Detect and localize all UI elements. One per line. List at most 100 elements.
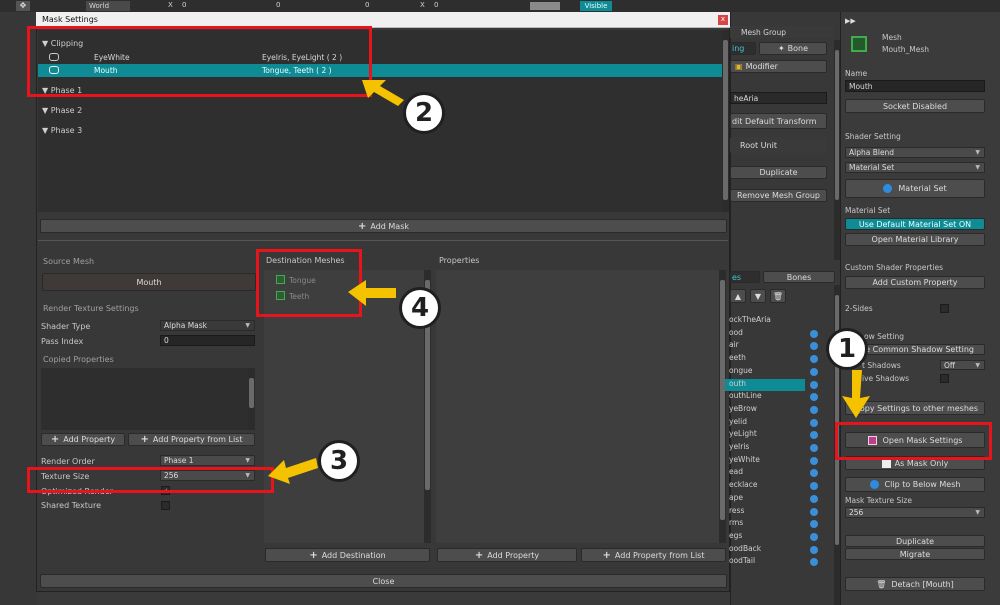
hierarchy-item[interactable]: air [725, 340, 805, 352]
hierarchy-item[interactable]: oodTail [725, 556, 805, 568]
material-set-button[interactable]: Material Set [845, 179, 985, 198]
copied-properties-scroll-thumb[interactable] [249, 378, 254, 408]
visibility-globe-icon[interactable] [810, 456, 818, 465]
mask-texture-size-dropdown[interactable]: 256 ▼ [845, 507, 985, 518]
hierarchy-item[interactable]: outhLine [725, 391, 805, 403]
two-sides-checkbox[interactable] [940, 304, 949, 313]
hierarchy-item[interactable]: yeBrow [725, 404, 805, 416]
visibility-globe-icon[interactable] [810, 367, 818, 376]
hierarchy-item[interactable]: outh [725, 378, 805, 391]
visibility-globe-icon[interactable] [810, 494, 818, 503]
duplicate-mesh-button[interactable]: Duplicate [845, 535, 985, 547]
duplicate-mesh-group-button[interactable]: Duplicate [730, 166, 827, 179]
hierarchy-item[interactable]: ockTheAria [725, 315, 805, 327]
tab-modifier[interactable]: ▣ Modifier [730, 60, 827, 73]
open-material-library-button[interactable]: Open Material Library [845, 233, 985, 246]
toolbar-value-4[interactable]: 0 [434, 1, 438, 9]
move-up-button[interactable]: ▲ [730, 289, 746, 303]
move-tool-icon[interactable]: ✥ [16, 1, 30, 11]
hierarchy-item[interactable]: ress [725, 506, 805, 518]
visibility-globe-icon[interactable] [810, 545, 818, 554]
detach-button[interactable]: 🗑 Detach [Mouth] [845, 577, 985, 591]
hierarchy-item[interactable]: yelid [725, 417, 805, 429]
alpha-blend-dropdown[interactable]: Alpha Blend ▼ [845, 147, 985, 158]
color-swatch[interactable] [530, 2, 560, 10]
as-mask-only-button[interactable]: As Mask Only [845, 456, 985, 470]
socket-disabled-button[interactable]: Socket Disabled [845, 99, 985, 113]
hierarchy-item[interactable]: yeIris [725, 442, 805, 454]
hierarchy-item[interactable]: eeth [725, 353, 805, 365]
phase-1-header[interactable]: ▼ Phase 1 [42, 86, 82, 95]
toolbar-value-1[interactable]: 0 [182, 1, 186, 9]
mesh-group-name-input[interactable]: heAria [730, 92, 827, 104]
add-property-right-button[interactable]: + Add Property [437, 548, 577, 562]
migrate-button[interactable]: Migrate [845, 548, 985, 560]
receive-shadows-checkbox[interactable] [940, 374, 949, 383]
add-mask-button[interactable]: + Add Mask [40, 219, 727, 233]
visible-badge[interactable]: Visible [580, 1, 612, 11]
move-down-button[interactable]: ▼ [750, 289, 766, 303]
root-unit-button[interactable]: Root Unit [730, 137, 827, 153]
material-set-dropdown[interactable]: Material Set ▼ [845, 162, 985, 173]
shader-type-dropdown[interactable]: Alpha Mask ▼ [160, 320, 255, 331]
tab-bones[interactable]: Bones [763, 271, 835, 283]
hierarchy-item[interactable]: ape [725, 493, 805, 505]
add-property-from-list-right-button[interactable]: + Add Property from List [581, 548, 726, 562]
name-input[interactable]: Mouth [845, 80, 985, 92]
tab-meshing[interactable]: ing [730, 42, 756, 55]
name-label: Name [845, 69, 868, 78]
toolbar-x-label: X [168, 1, 173, 9]
destination-item-teeth[interactable]: Teeth [289, 292, 309, 301]
hierarchy-item[interactable]: yeLight [725, 429, 805, 441]
hierarchy-item[interactable]: egs [725, 531, 805, 543]
remove-mesh-group-button[interactable]: Remove Mesh Group [730, 189, 827, 202]
use-default-material-set-button[interactable]: Use Default Material Set ON [845, 218, 985, 230]
visibility-globe-icon[interactable] [810, 532, 818, 541]
hierarchy-item[interactable]: ongue [725, 366, 805, 378]
visibility-globe-icon[interactable] [810, 405, 818, 414]
visibility-globe-icon[interactable] [810, 329, 818, 338]
clipping-header[interactable]: ▼ Clipping [42, 39, 83, 48]
visibility-globe-icon[interactable] [810, 507, 818, 516]
render-order-dropdown[interactable]: Phase 1 ▼ [160, 455, 255, 466]
panel-toggle-icon[interactable]: ▶▶ [845, 17, 856, 25]
destination-item-tongue[interactable]: Tongue [289, 276, 316, 285]
open-mask-settings-button[interactable]: Open Mask Settings [845, 432, 985, 448]
delete-icon[interactable]: 🗑 [770, 289, 786, 303]
phase-2-header[interactable]: ▼ Phase 2 [42, 106, 82, 115]
hierarchy-item[interactable]: yeWhite [725, 455, 805, 467]
cast-shadows-dropdown[interactable]: Off ▼ [940, 360, 985, 370]
hierarchy-item[interactable]: ead [725, 467, 805, 479]
toolbar-value-3[interactable]: 0 [365, 1, 369, 9]
mesh-thumbnail-icon [851, 36, 867, 52]
add-property-button[interactable]: + Add Property [41, 433, 125, 446]
world-dropdown[interactable]: World [86, 1, 130, 11]
dialog-close-button[interactable]: x [718, 15, 728, 25]
visibility-globe-icon[interactable] [810, 444, 818, 452]
close-button[interactable]: Close [40, 574, 727, 588]
tab-meshes[interactable]: es [730, 271, 760, 283]
hierarchy-item[interactable]: ood [725, 328, 805, 340]
shared-texture-checkbox[interactable] [161, 501, 170, 510]
add-property-from-list-button[interactable]: + Add Property from List [128, 433, 255, 446]
source-mesh-field[interactable]: Mouth [42, 273, 256, 291]
hierarchy-item[interactable]: rms [725, 518, 805, 530]
toolbar-value-2[interactable]: 0 [276, 1, 280, 9]
hierarchy-item[interactable]: ecklace [725, 480, 805, 492]
edit-default-transform-button[interactable]: dit Default Transform [730, 113, 827, 129]
hierarchy-item[interactable]: oodBack [725, 544, 805, 556]
mask-row-eyewhite[interactable] [38, 51, 722, 64]
clip-to-below-mesh-button[interactable]: Clip to Below Mesh [845, 477, 985, 492]
add-destination-button[interactable]: + Add Destination [265, 548, 430, 562]
visibility-globe-icon[interactable] [810, 418, 818, 427]
mask-list-scroll-thumb[interactable] [723, 40, 728, 200]
optimized-render-checkbox[interactable]: ✓ [161, 486, 170, 495]
pass-index-input[interactable]: 0 [160, 335, 255, 346]
texture-size-dropdown[interactable]: 256 ▼ [160, 470, 255, 481]
visibility-globe-icon[interactable] [810, 380, 818, 389]
hierarchy-top-scroll-thumb[interactable] [835, 50, 839, 200]
add-custom-property-button[interactable]: Add Custom Property [845, 276, 985, 289]
phase-3-header[interactable]: ▼ Phase 3 [42, 126, 82, 135]
tab-bone[interactable]: ✦ Bone [759, 42, 827, 55]
use-common-shadow-setting-button[interactable]: se Common Shadow Setting [858, 344, 985, 355]
